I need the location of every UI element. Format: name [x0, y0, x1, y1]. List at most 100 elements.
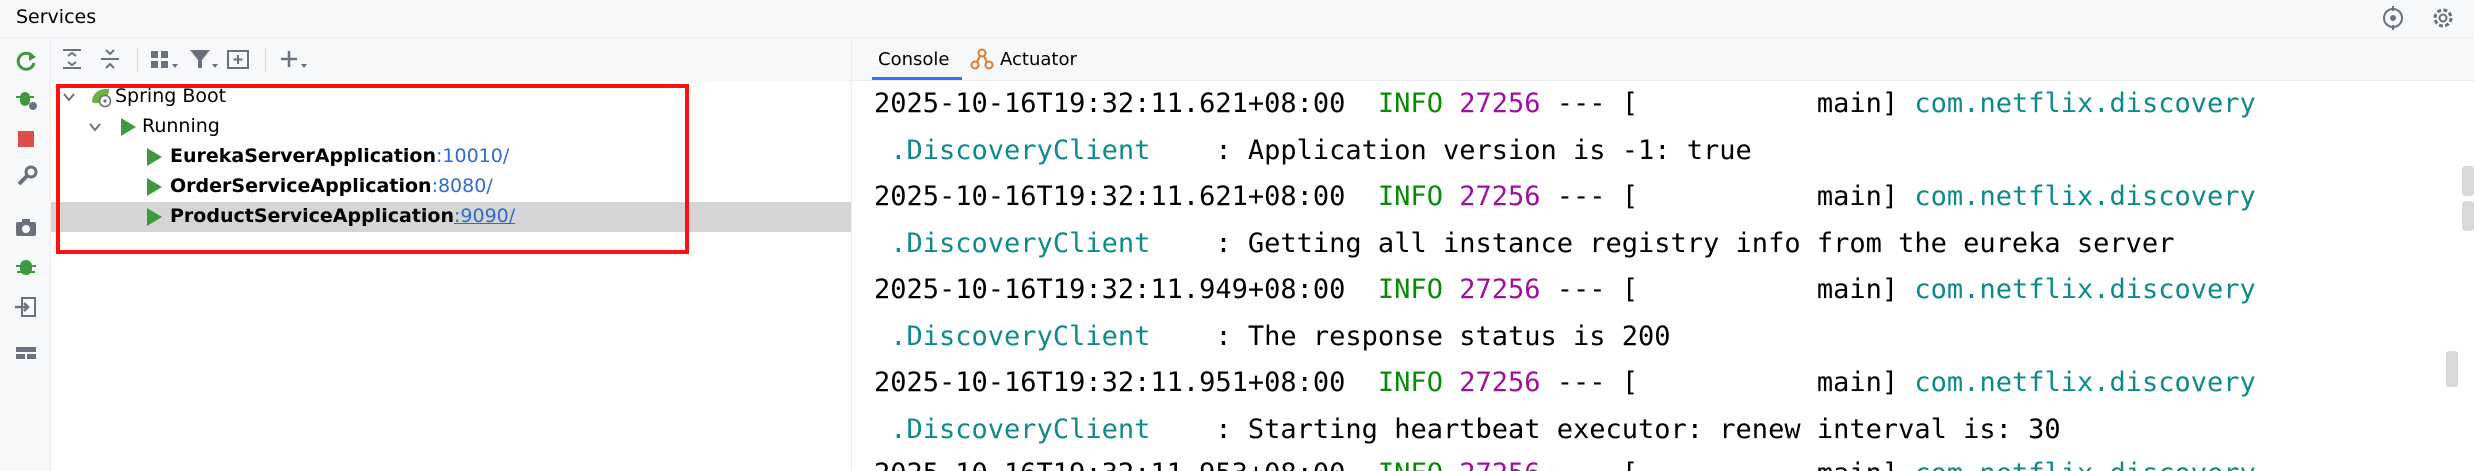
log-thread: [ main] — [1621, 367, 1899, 398]
expand-all-icon[interactable] — [59, 46, 85, 72]
log-pid: 27256 — [1459, 274, 1541, 305]
log-line: .DiscoveryClient : The response status i… — [874, 321, 1671, 352]
actuator-icon — [970, 48, 994, 70]
log-line: .DiscoveryClient : Getting all instance … — [874, 228, 2174, 259]
console-output[interactable]: 2025-10-16T19:32:11.621+08:00 INFO 27256… — [852, 81, 2474, 471]
log-line: 2025-10-16T19:32:11.951+08:00 INFO 27256… — [874, 367, 2256, 398]
tab-label: Actuator — [1000, 49, 1077, 70]
service-name: ProductServiceApplication — [170, 205, 454, 227]
log-separator: --- — [1556, 181, 1606, 212]
camera-icon[interactable] — [13, 214, 39, 240]
log-message: : Application version is -1: true — [1150, 135, 1752, 166]
tree-node-spring-boot[interactable]: Spring Boot — [51, 82, 851, 112]
service-port-link[interactable]: :8080/ — [432, 175, 493, 197]
log-logger: .DiscoveryClient — [890, 228, 1151, 259]
log-line: 2025-10-16T19:32:11.949+08:00 INFO 27256… — [874, 274, 2256, 305]
tab-actuator[interactable]: Actuator — [970, 38, 1090, 80]
left-toolbar — [0, 38, 51, 471]
log-logger: .DiscoveryClient — [890, 321, 1151, 352]
spring-boot-icon — [92, 88, 112, 108]
log-line: 2025-10-16T19:32:11.621+08:00 INFO 27256… — [874, 88, 2256, 119]
tree-toolbar — [51, 38, 851, 82]
log-level: INFO — [1377, 88, 1443, 119]
log-thread: [ main] — [1621, 274, 1899, 305]
chevron-down-icon[interactable] — [61, 89, 77, 105]
add-icon[interactable] — [277, 46, 311, 72]
log-line: .DiscoveryClient : Starting heartbeat ex… — [874, 414, 2061, 445]
log-timestamp: 2025-10-16T19:32:11.949+08:00 — [874, 274, 1346, 305]
log-thread: [ main] — [1621, 181, 1899, 212]
tree-node-eureka-server[interactable]: EurekaServerApplication:10010/ — [51, 142, 851, 172]
tree-node-product-service[interactable]: ProductServiceApplication:9090/ — [51, 202, 851, 232]
services-tree: Spring Boot Running EurekaServerApplicat… — [51, 82, 851, 471]
stop-icon[interactable] — [13, 126, 39, 152]
new-tab-icon[interactable] — [225, 46, 253, 72]
log-logger: .DiscoveryClient — [890, 135, 1151, 166]
debug-icon[interactable] — [13, 254, 39, 280]
log-logger: .DiscoveryClient — [890, 414, 1151, 445]
service-port-link[interactable]: :9090/ — [454, 205, 515, 227]
log-logger: com.netflix.discovery — [1914, 88, 2256, 119]
log-level: INFO — [1378, 458, 1443, 471]
log-logger: com.netflix.discovery — [1914, 458, 2255, 471]
log-separator: --- — [1556, 274, 1606, 305]
log-pid: 27256 — [1459, 367, 1541, 398]
log-separator: --- — [1557, 458, 1606, 471]
wrench-icon[interactable] — [13, 164, 39, 190]
crosshair-icon[interactable] — [2380, 5, 2406, 31]
log-line: 2025-10-16T19:32:11.621+08:00 INFO 27256… — [874, 181, 2256, 212]
log-line: 2025-10-16T19:32:11.953+08:00 INFO 27256… — [874, 458, 2256, 471]
tree-node-order-service[interactable]: OrderServiceApplication:8080/ — [51, 172, 851, 202]
scrollbar-thumb[interactable] — [2446, 351, 2458, 387]
log-timestamp: 2025-10-16T19:32:11.953+08:00 — [874, 458, 1345, 471]
log-logger: com.netflix.discovery — [1914, 367, 2256, 398]
rerun-icon[interactable] — [13, 48, 39, 74]
group-icon[interactable] — [147, 46, 181, 72]
log-pid: 27256 — [1459, 458, 1540, 471]
log-message: : Getting all instance registry info fro… — [1150, 228, 2175, 259]
layout-icon[interactable] — [13, 340, 39, 366]
log-pid: 27256 — [1459, 181, 1541, 212]
run-icon — [147, 148, 162, 166]
service-port-link[interactable]: :10010/ — [436, 145, 509, 167]
log-thread: [ main] — [1621, 88, 1899, 119]
log-timestamp: 2025-10-16T19:32:11.621+08:00 — [874, 88, 1346, 119]
collapse-all-icon[interactable] — [97, 46, 123, 72]
log-message: : The response status is 200 — [1150, 321, 1671, 352]
log-timestamp: 2025-10-16T19:32:11.951+08:00 — [874, 367, 1346, 398]
log-line: .DiscoveryClient : Application version i… — [874, 135, 1752, 166]
tree-node-label: Spring Boot — [115, 85, 227, 107]
tab-label: Console — [878, 49, 950, 70]
run-icon — [147, 178, 162, 196]
log-level: INFO — [1377, 274, 1443, 305]
log-level: INFO — [1377, 181, 1443, 212]
tree-node-label: Running — [142, 115, 220, 137]
login-icon[interactable] — [13, 294, 39, 320]
log-separator: --- — [1556, 88, 1606, 119]
toolbar-separator — [265, 48, 266, 72]
filter-icon[interactable] — [187, 46, 221, 72]
tool-window-header: Services — [0, 0, 2474, 38]
service-name: OrderServiceApplication — [170, 175, 432, 197]
log-logger: com.netflix.discovery — [1914, 181, 2256, 212]
scrollbar-marker[interactable] — [2462, 166, 2474, 196]
service-name: EurekaServerApplication — [170, 145, 436, 167]
log-pid: 27256 — [1459, 88, 1541, 119]
log-message: : Starting heartbeat executor: renew int… — [1150, 414, 2061, 445]
toolbar-separator — [137, 48, 138, 72]
tool-window-title: Services — [16, 6, 97, 28]
log-timestamp: 2025-10-16T19:32:11.621+08:00 — [874, 181, 1346, 212]
log-thread: [ main] — [1622, 458, 1898, 471]
tree-node-running[interactable]: Running — [51, 112, 851, 142]
log-level: INFO — [1377, 367, 1443, 398]
tab-console[interactable]: Console — [872, 38, 962, 80]
log-separator: --- — [1556, 367, 1606, 398]
debug-settings-icon[interactable] — [13, 86, 39, 112]
running-icon — [121, 118, 136, 136]
log-logger: com.netflix.discovery — [1914, 274, 2256, 305]
console-tabs: Console Actuator — [852, 38, 2474, 81]
gear-icon[interactable] — [2430, 5, 2456, 31]
run-icon — [147, 208, 162, 226]
chevron-down-icon[interactable] — [87, 119, 103, 135]
scrollbar-marker[interactable] — [2462, 201, 2474, 231]
